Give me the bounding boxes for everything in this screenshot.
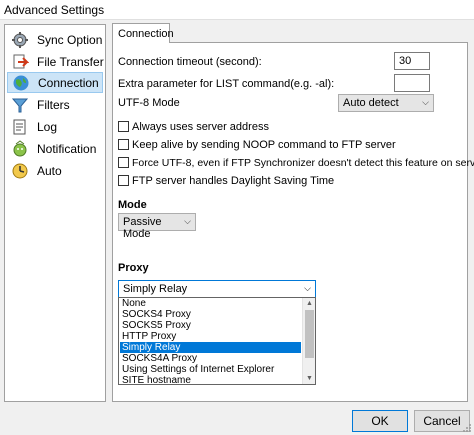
proxy-option[interactable]: HTTP Proxy — [120, 331, 301, 342]
sidebar-item-file-transfer[interactable]: File Transfer — [7, 51, 104, 72]
utf8-mode-value: Auto detect — [343, 97, 399, 109]
proxy-option[interactable]: SOCKS5 Proxy — [120, 320, 301, 331]
log-icon — [13, 119, 26, 134]
sidebar: Sync Option File Transfer Connection Fil… — [4, 24, 106, 402]
sidebar-item-auto[interactable]: Auto — [7, 160, 103, 181]
checkbox-label: Always uses server address — [132, 121, 269, 133]
scroll-thumb[interactable] — [305, 310, 314, 358]
mode-heading: Mode — [118, 199, 147, 211]
sidebar-item-label: Filters — [37, 97, 70, 112]
mode-select[interactable]: Passive Mode ⌵ — [118, 213, 196, 240]
auto-icon — [12, 163, 28, 178]
proxy-option-selected[interactable]: Simply Relay — [120, 342, 301, 353]
proxy-option[interactable]: None — [120, 298, 301, 309]
chevron-down-icon: ⌵ — [184, 216, 191, 226]
timeout-label: Connection timeout (second): — [118, 56, 262, 68]
sidebar-item-label: Connection — [38, 75, 99, 90]
checkbox-label: Force UTF-8, even if FTP Synchronizer do… — [132, 157, 474, 169]
sidebar-item-filters[interactable]: Filters — [7, 94, 103, 115]
ok-button[interactable]: OK — [352, 410, 408, 432]
proxy-option[interactable]: SITE hostname — [120, 375, 301, 386]
sync-option-icon — [12, 31, 28, 48]
notification-icon — [13, 139, 27, 156]
utf8-label: UTF-8 Mode — [118, 97, 180, 109]
checkbox-label: Keep alive by sending NOOP command to FT… — [132, 139, 396, 151]
sidebar-item-label: Log — [37, 119, 58, 134]
list-param-input[interactable] — [394, 74, 430, 92]
proxy-heading: Proxy — [118, 262, 149, 274]
connection-icon — [13, 75, 29, 90]
title-bar: Advanced Settings — [0, 0, 474, 20]
sidebar-item-label: Sync Option — [37, 32, 103, 47]
list-param-label: Extra parameter for LIST command(e.g. -a… — [118, 78, 335, 90]
proxy-option[interactable]: Using Settings of Internet Explorer — [120, 364, 301, 375]
proxy-option[interactable]: SOCKS4A Proxy — [120, 353, 301, 364]
scroll-up-arrow-icon[interactable]: ▲ — [303, 298, 316, 309]
tab-connection[interactable]: Connection — [112, 23, 174, 43]
sidebar-item-connection[interactable]: Connection — [7, 72, 103, 93]
chevron-down-icon: ⌵ — [304, 283, 311, 293]
proxy-dropdown-list: None SOCKS4 Proxy SOCKS5 Proxy HTTP Prox… — [118, 297, 316, 386]
scroll-down-arrow-icon[interactable]: ▼ — [303, 373, 316, 384]
resize-grip-icon[interactable] — [462, 423, 472, 433]
filter-icon — [11, 98, 29, 112]
keep-alive-checkbox[interactable] — [118, 139, 129, 150]
sidebar-item-notification[interactable]: Notification — [7, 138, 103, 159]
daylight-saving-checkbox[interactable] — [118, 175, 129, 186]
proxy-option[interactable]: SOCKS4 Proxy — [120, 309, 301, 320]
timeout-input[interactable]: 30 — [394, 52, 430, 70]
dropdown-scrollbar[interactable]: ▲ ▼ — [302, 298, 315, 384]
checkbox-label: FTP server handles Daylight Saving Time — [132, 175, 335, 187]
file-transfer-icon — [13, 54, 29, 68]
sidebar-item-label: File Transfer — [37, 54, 104, 69]
utf8-mode-select[interactable]: Auto detect ⌵ — [338, 94, 434, 112]
force-utf8-checkbox[interactable] — [118, 157, 129, 168]
sidebar-item-label: Notification — [37, 141, 97, 156]
sidebar-item-label: Auto — [37, 163, 62, 178]
chevron-down-icon: ⌵ — [422, 97, 429, 107]
proxy-select[interactable]: Simply Relay ⌵ — [118, 280, 316, 298]
window-title: Advanced Settings — [4, 3, 105, 17]
always-uses-server-address-checkbox[interactable] — [118, 121, 129, 132]
proxy-value: Simply Relay — [123, 283, 188, 295]
sidebar-item-log[interactable]: Log — [7, 116, 103, 137]
sidebar-item-sync-option[interactable]: Sync Option — [7, 29, 103, 50]
